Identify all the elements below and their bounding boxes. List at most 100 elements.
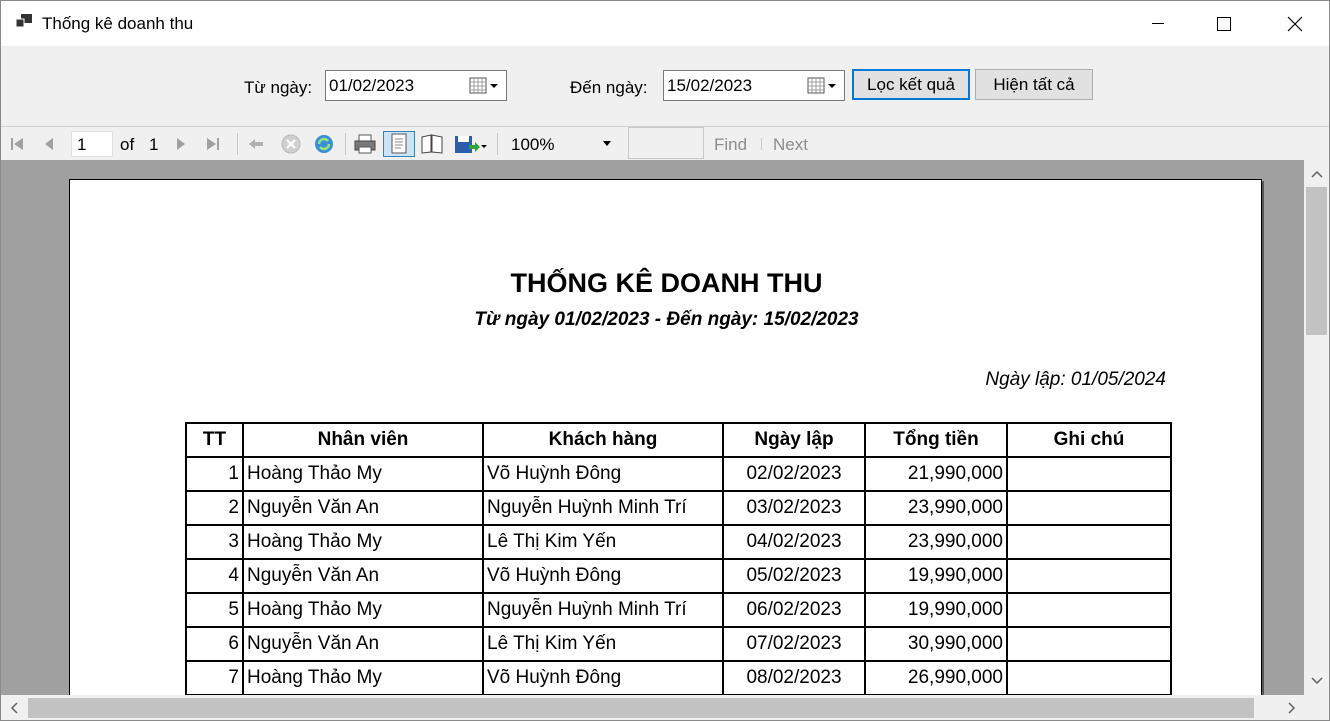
export-button[interactable]: [452, 131, 488, 157]
page-layout-icon: [391, 133, 407, 154]
chevron-left-icon: [10, 702, 18, 714]
zoom-value: 100%: [511, 135, 555, 154]
row-number: 2: [185, 490, 244, 526]
filter-results-button[interactable]: Lọc kết quả: [852, 69, 970, 100]
refresh-button[interactable]: [312, 131, 336, 157]
report-page: THỐNG KÊ DOANH THU Từ ngày 01/02/2023 - …: [69, 179, 1262, 695]
table-row: 1 Hoàng Thảo My Võ Huỳnh Đông 02/02/2023…: [185, 456, 1172, 492]
zoom-select[interactable]: 100%: [507, 131, 617, 157]
employee-cell: Hoàng Thảo My: [242, 592, 484, 628]
back-button[interactable]: [246, 131, 266, 157]
date-cell: 07/02/2023: [722, 626, 866, 662]
total-cell: 23,990,000: [864, 490, 1008, 526]
close-button[interactable]: [1272, 1, 1318, 46]
find-button[interactable]: Find: [714, 135, 747, 155]
row-number: 6: [185, 626, 244, 662]
report-title: THỐNG KÊ DOANH THU: [510, 268, 823, 298]
find-next-button[interactable]: Next: [773, 135, 808, 155]
customer-cell: Võ Huỳnh Đông: [482, 456, 724, 492]
report-toolbar: 1 of 1 100% Find Next: [1, 126, 1329, 160]
current-page-input[interactable]: 1: [71, 131, 113, 157]
vertical-scroll-thumb[interactable]: [1306, 187, 1327, 335]
column-header: Nhân viên: [242, 422, 484, 458]
row-number: 7: [185, 660, 244, 695]
print-layout-button[interactable]: [383, 131, 415, 157]
chevron-down-icon: [603, 141, 611, 146]
previous-page-button[interactable]: [39, 131, 59, 157]
from-date-label: Từ ngày:: [244, 78, 313, 97]
scroll-down-button[interactable]: [1310, 674, 1324, 688]
table-row: 6 Nguyễn Văn An Lê Thị Kim Yến 07/02/202…: [185, 626, 1172, 662]
table-row: 7 Hoàng Thảo My Võ Huỳnh Đông 08/02/2023…: [185, 660, 1172, 695]
employee-cell: Nguyễn Văn An: [242, 490, 484, 526]
customer-cell: Lê Thị Kim Yến: [482, 626, 724, 662]
scroll-left-button[interactable]: [7, 701, 21, 715]
toolbar-separator: [497, 133, 498, 155]
stop-icon: [281, 134, 301, 154]
customer-cell: Nguyễn Huỳnh Minh Trí: [482, 592, 724, 628]
first-page-icon: [11, 138, 23, 150]
employee-cell: Hoàng Thảo My: [242, 524, 484, 560]
next-page-button[interactable]: [171, 131, 191, 157]
table-row: 2 Nguyễn Văn An Nguyễn Huỳnh Minh Trí 03…: [185, 490, 1172, 526]
from-date-picker[interactable]: 01/02/2023: [325, 70, 507, 101]
total-cell: 30,990,000: [864, 626, 1008, 662]
customer-cell: Võ Huỳnh Đông: [482, 558, 724, 594]
row-number: 3: [185, 524, 244, 560]
customer-cell: Võ Huỳnh Đông: [482, 660, 724, 695]
filter-bar: Từ ngày: 01/02/2023 Đến ngày: 15/02/2023…: [1, 46, 1329, 126]
date-cell: 05/02/2023: [722, 558, 866, 594]
table-row: 3 Hoàng Thảo My Lê Thị Kim Yến 04/02/202…: [185, 524, 1172, 560]
of-label: of: [120, 135, 135, 154]
scroll-up-button[interactable]: [1310, 167, 1324, 181]
report-window: Thống kê doanh thu Từ ngày: 01/02/2023 Đ…: [0, 0, 1330, 721]
current-page-value: 1: [77, 135, 87, 154]
from-date-value: 01/02/2023: [329, 76, 415, 95]
scroll-right-button[interactable]: [1285, 701, 1299, 715]
row-number: 1: [185, 456, 244, 492]
employee-cell: Hoàng Thảo My: [242, 456, 484, 492]
table-row: 5 Hoàng Thảo My Nguyễn Huỳnh Minh Trí 06…: [185, 592, 1172, 628]
total-cell: 26,990,000: [864, 660, 1008, 695]
report-created-date: Ngày lập: 01/05/2024: [985, 369, 1166, 390]
page-setup-icon: [421, 134, 443, 154]
column-header: Tổng tiền: [864, 422, 1008, 458]
note-cell: [1006, 626, 1172, 662]
revenue-table: TT Nhân viên Khách hàng Ngày lập Tổng ti…: [185, 422, 1172, 695]
scrollbar-corner: [1304, 695, 1329, 720]
to-date-label: Đến ngày:: [570, 78, 648, 97]
first-page-button[interactable]: [7, 131, 27, 157]
show-all-button[interactable]: Hiện tất cả: [975, 69, 1093, 100]
calendar-dropdown-icon: [469, 77, 498, 94]
back-arrow-icon: [249, 139, 263, 149]
total-cell: 19,990,000: [864, 592, 1008, 628]
note-cell: [1006, 660, 1172, 695]
table-header-row: TT Nhân viên Khách hàng Ngày lập Tổng ti…: [185, 422, 1172, 458]
app-icon: [15, 14, 32, 28]
to-date-picker[interactable]: 15/02/2023: [663, 70, 845, 101]
printer-icon: [354, 134, 376, 154]
date-cell: 04/02/2023: [722, 524, 866, 560]
stop-button[interactable]: [279, 131, 303, 157]
maximize-button[interactable]: [1201, 1, 1247, 46]
column-header: TT: [185, 422, 244, 458]
customer-cell: Lê Thị Kim Yến: [482, 524, 724, 560]
date-cell: 06/02/2023: [722, 592, 866, 628]
print-button[interactable]: [352, 131, 378, 157]
total-cell: 21,990,000: [864, 456, 1008, 492]
employee-cell: Nguyễn Văn An: [242, 558, 484, 594]
column-header: Ghi chú: [1006, 422, 1172, 458]
horizontal-scroll-thumb[interactable]: [28, 698, 1254, 718]
page-setup-button[interactable]: [419, 131, 445, 157]
note-cell: [1006, 456, 1172, 492]
column-header: Ngày lập: [722, 422, 866, 458]
maximize-icon: [1217, 16, 1231, 31]
find-text-input[interactable]: [628, 127, 704, 159]
previous-page-icon: [45, 138, 53, 150]
note-cell: [1006, 524, 1172, 560]
note-cell: [1006, 558, 1172, 594]
last-page-button[interactable]: [203, 131, 223, 157]
chevron-up-icon: [1311, 170, 1323, 178]
minimize-button[interactable]: [1135, 1, 1181, 46]
total-cell: 19,990,000: [864, 558, 1008, 594]
